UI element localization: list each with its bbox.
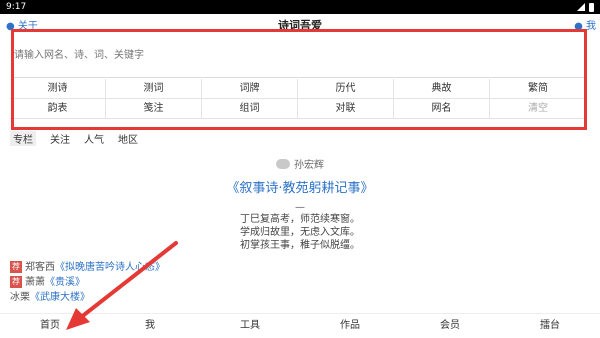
poem-author[interactable]: 孙宏辉 — [0, 156, 600, 171]
nav-home[interactable]: 首页 — [0, 314, 100, 337]
grid-item-test-ci[interactable]: 测词 — [106, 79, 202, 99]
grid-item-word-group[interactable]: 组词 — [202, 99, 298, 119]
grid-item-rhyme-table[interactable]: 韵表 — [10, 99, 106, 119]
profile-button[interactable]: ● 我 — [574, 17, 596, 32]
tab-popular[interactable]: 人气 — [84, 131, 104, 146]
poem-line: 初掌孩王事，稚子似脱缰。 — [240, 240, 360, 251]
app-bar: ● 关于 诗词吾爱 ● 我 — [0, 14, 600, 36]
grid-item-couplets[interactable]: 对联 — [298, 99, 394, 119]
avatar — [276, 158, 290, 169]
grid-item-dynasties[interactable]: 历代 — [298, 79, 394, 99]
grid-item-nicknames[interactable]: 网名 — [394, 99, 490, 119]
bottom-nav: 首页 我 工具 作品 会员 擂台 — [0, 313, 600, 337]
tab-column[interactable]: 专栏 — [10, 131, 36, 146]
status-icons — [577, 0, 594, 14]
tab-region[interactable]: 地区 — [118, 131, 138, 146]
poem-line: 丁巳复高考，师范续寒窗。 — [240, 214, 360, 225]
clear-button[interactable]: 清空 — [490, 99, 586, 119]
poem-separator: — — [295, 202, 305, 213]
poem-line: 学成归故里，无虑入文库。 — [240, 227, 360, 238]
nav-me[interactable]: 我 — [100, 314, 200, 337]
grid-item-annotations[interactable]: 笺注 — [106, 99, 202, 119]
recommend-badge: 荐 — [10, 276, 22, 288]
poem-title[interactable]: 《叙事诗·教苑躬耕记事》 — [0, 177, 600, 196]
nav-membership[interactable]: 会员 — [400, 314, 500, 337]
poem-card: 孙宏辉 《叙事诗·教苑躬耕记事》 — 丁巳复高考，师范续寒窗。 学成归故里，无虑… — [0, 156, 600, 252]
status-time: 9:17 — [6, 2, 27, 12]
nav-arena[interactable]: 擂台 — [500, 314, 600, 337]
tool-grid: 测诗 测词 词牌 历代 典故 繁简 韵表 笺注 组词 对联 网名 清空 — [10, 79, 586, 119]
category-tabs: 专栏 关注 人气 地区 — [10, 131, 138, 146]
status-bar: 9:17 — [0, 0, 600, 14]
recommendation-list: 荐郑客西《拟晚唐苦吟诗人心态》 荐萧萧《贵溪》 冰栗《武康大楼》 — [10, 260, 165, 305]
grid-item-test-poem[interactable]: 测诗 — [10, 79, 106, 99]
search-input[interactable] — [14, 46, 586, 64]
battery-icon — [589, 2, 594, 12]
list-item[interactable]: 荐萧萧《贵溪》 — [10, 275, 165, 290]
grid-item-traditional-simplified[interactable]: 繁简 — [490, 79, 586, 99]
recommend-badge: 荐 — [10, 261, 22, 273]
app-title: 诗词吾爱 — [278, 19, 322, 32]
nav-tools[interactable]: 工具 — [200, 314, 300, 337]
user-icon: ● — [574, 21, 583, 32]
tab-following[interactable]: 关注 — [50, 131, 70, 146]
divider — [12, 77, 586, 78]
grid-item-cipai[interactable]: 词牌 — [202, 79, 298, 99]
list-item[interactable]: 荐郑客西《拟晚唐苦吟诗人心态》 — [10, 260, 165, 275]
grid-item-allusions[interactable]: 典故 — [394, 79, 490, 99]
list-item[interactable]: 冰栗《武康大楼》 — [10, 290, 165, 305]
signal-icon — [577, 3, 585, 11]
nav-works[interactable]: 作品 — [300, 314, 400, 337]
